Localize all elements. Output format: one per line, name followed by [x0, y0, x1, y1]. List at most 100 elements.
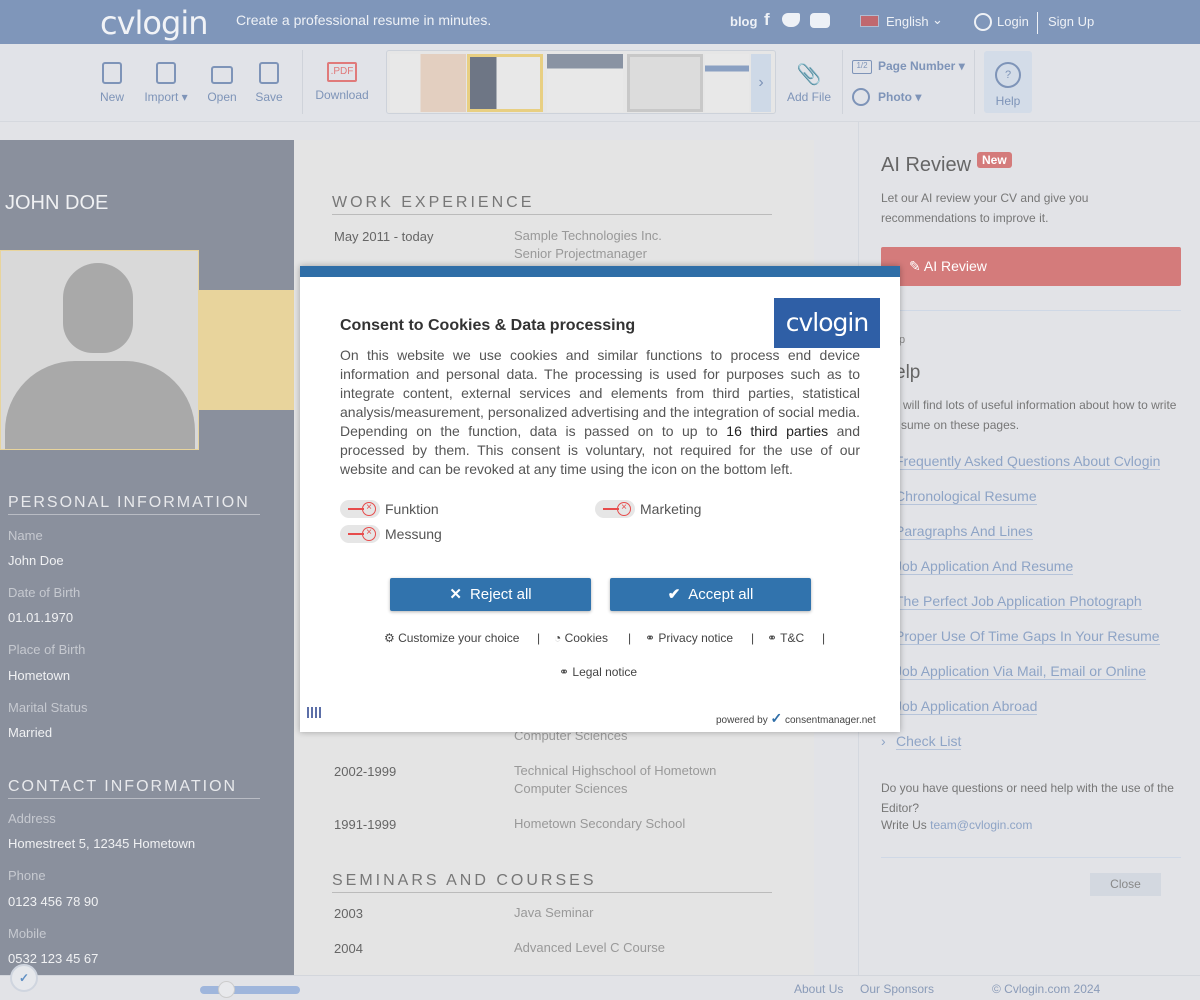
cookies-link[interactable]: ◔ Cookies — [554, 631, 608, 645]
help-link[interactable]: Proper Use Of Time Gaps In Your Resume — [895, 628, 1160, 645]
entry-years[interactable]: May 2011 - today — [334, 229, 433, 244]
field-label: Place of Birth — [8, 642, 86, 657]
chevron-right-icon: › — [881, 733, 886, 749]
entry-detail[interactable]: Java Seminar — [514, 904, 593, 922]
field-value[interactable]: 0123 456 78 90 — [8, 894, 98, 909]
field-value[interactable]: Hometown — [8, 668, 70, 683]
template-thumb[interactable] — [390, 54, 466, 112]
template-thumb-selected[interactable] — [467, 54, 543, 112]
cvlogin-logo: cvlogin — [774, 298, 880, 348]
customize-link[interactable]: ⚙ Customize your choice — [384, 631, 519, 645]
field-label: Address — [8, 811, 56, 826]
template-thumb[interactable] — [627, 54, 703, 112]
personal-heading: PERSONAL INFORMATION — [8, 494, 260, 515]
save-button[interactable]: Save — [254, 62, 284, 104]
cvlogin-logo[interactable]: cvlogin — [100, 4, 208, 42]
consent-settings-icon[interactable]: ✓ — [10, 964, 38, 992]
separator: | — [751, 631, 755, 645]
reject-all-button[interactable]: ✕ Reject all — [390, 578, 591, 611]
help-link[interactable]: Job Application Via Mail, Email or Onlin… — [895, 663, 1147, 680]
resume-name[interactable]: JOHN DOE — [5, 192, 108, 215]
help-button[interactable]: ? Help — [984, 51, 1032, 113]
toggle-label: Marketing — [640, 501, 702, 517]
zoom-slider-handle[interactable] — [218, 981, 235, 998]
support-question: Do you have questions or need help with … — [881, 781, 1174, 815]
download-label: Download — [315, 88, 369, 102]
privacy-link[interactable]: ⚭ Privacy notice — [645, 631, 733, 645]
entry-detail[interactable]: Hometown Secondary School — [514, 815, 685, 833]
template-thumb[interactable] — [547, 54, 623, 112]
field-value[interactable]: Homestreet 5, 12345 Hometown — [8, 836, 195, 851]
help-link[interactable]: Chronological Resume — [895, 488, 1037, 505]
cookie-icon: ◔ — [554, 631, 565, 645]
chevron-down-icon[interactable]: ⌄ — [932, 12, 943, 28]
zoom-slider[interactable] — [200, 981, 300, 998]
add-file-button[interactable]: 📎 Add File — [786, 62, 832, 104]
divider — [974, 50, 975, 114]
download-button[interactable]: .PDF Download — [312, 62, 372, 102]
tagline: Create a professional resume in minutes. — [236, 12, 492, 28]
entry-detail[interactable]: Sample Technologies Inc. Senior Projectma… — [514, 227, 662, 263]
login-link[interactable]: Login — [997, 14, 1029, 29]
powered-by[interactable]: powered by ✓ consentmanager.net — [716, 710, 876, 727]
field-value[interactable]: 01.01.1970 — [8, 610, 73, 625]
link-icon: ⚭ — [767, 631, 781, 645]
entry-years[interactable]: 1991-1999 — [334, 817, 396, 832]
toggle-funktion[interactable] — [340, 500, 380, 518]
field-value[interactable]: John Doe — [8, 553, 64, 568]
twitter-icon[interactable] — [782, 13, 800, 27]
entry-years[interactable]: 2002-1999 — [334, 764, 396, 779]
photo-button[interactable]: Photo ▾ — [878, 90, 921, 104]
new-badge: New — [977, 152, 1012, 168]
help-description: sume on these pages. — [901, 418, 1020, 432]
entry-years[interactable]: 2003 — [334, 906, 363, 921]
entry-detail[interactable]: Technical Highschool of Hometown Computer… — [514, 762, 716, 798]
blog-link[interactable]: blog — [730, 14, 757, 29]
facebook-icon[interactable]: f — [764, 10, 770, 30]
entry-years[interactable]: 2004 — [334, 941, 363, 956]
top-header: cvlogin Create a professional resume in … — [0, 0, 1200, 44]
language-select[interactable]: English — [886, 14, 929, 29]
email-link[interactable]: team@cvlogin.com — [930, 818, 1032, 832]
about-link[interactable]: About Us — [794, 982, 843, 996]
help-link[interactable]: Check List — [896, 733, 962, 750]
help-link[interactable]: Frequently Asked Questions About Cvlogin — [895, 453, 1161, 470]
open-button[interactable]: Open — [204, 62, 240, 104]
ai-review-button[interactable]: ✎ AI Review — [881, 247, 1181, 286]
toggle-messung[interactable] — [340, 525, 380, 543]
chevron-right-icon[interactable]: › — [751, 54, 771, 112]
help-link[interactable]: Job Application And Resume — [895, 558, 1074, 575]
toggle-marketing[interactable] — [595, 500, 635, 518]
accept-all-button[interactable]: ✔ Accept all — [610, 578, 811, 611]
link-icon: ⚭ — [559, 665, 573, 679]
signup-link[interactable]: Sign Up — [1048, 14, 1094, 29]
field-value[interactable]: Married — [8, 725, 52, 740]
sponsors-link[interactable]: Our Sponsors — [860, 982, 934, 996]
field-label: Marital Status — [8, 700, 88, 715]
help-link[interactable]: The Perfect Job Application Photograph — [895, 593, 1142, 610]
user-icon — [974, 13, 992, 31]
consent-text: On this website we use cookies and simil… — [340, 347, 861, 477]
field-label: Mobile — [8, 926, 47, 941]
legal-link[interactable]: ⚭ Legal notice — [559, 665, 637, 679]
page-number-button[interactable]: Page Number ▾ — [878, 59, 965, 73]
import-button[interactable]: Import ▾ — [140, 62, 192, 104]
profile-photo[interactable] — [0, 250, 199, 450]
new-button[interactable]: New — [98, 62, 126, 104]
third-parties-link[interactable]: 16 third parties — [726, 423, 828, 439]
help-link[interactable]: Paragraphs And Lines — [895, 523, 1033, 540]
copyright: © Cvlogin.com 2024 — [992, 982, 1101, 996]
separator: | — [537, 631, 541, 645]
help-link[interactable]: Job Application Abroad — [895, 698, 1038, 715]
language-flags-icon[interactable] — [307, 707, 322, 718]
add-file-label: Add File — [786, 90, 832, 104]
entry-detail[interactable]: Advanced Level C Course — [514, 939, 665, 957]
toggle-label: Messung — [385, 526, 442, 542]
template-thumb[interactable] — [705, 54, 749, 112]
tc-link[interactable]: ⚭ T&C — [767, 631, 804, 645]
close-button[interactable]: Close — [1090, 873, 1161, 896]
divider — [1037, 12, 1038, 34]
divider — [302, 50, 303, 114]
youtube-icon[interactable] — [810, 13, 830, 28]
contact-heading: CONTACT INFORMATION — [8, 778, 260, 799]
